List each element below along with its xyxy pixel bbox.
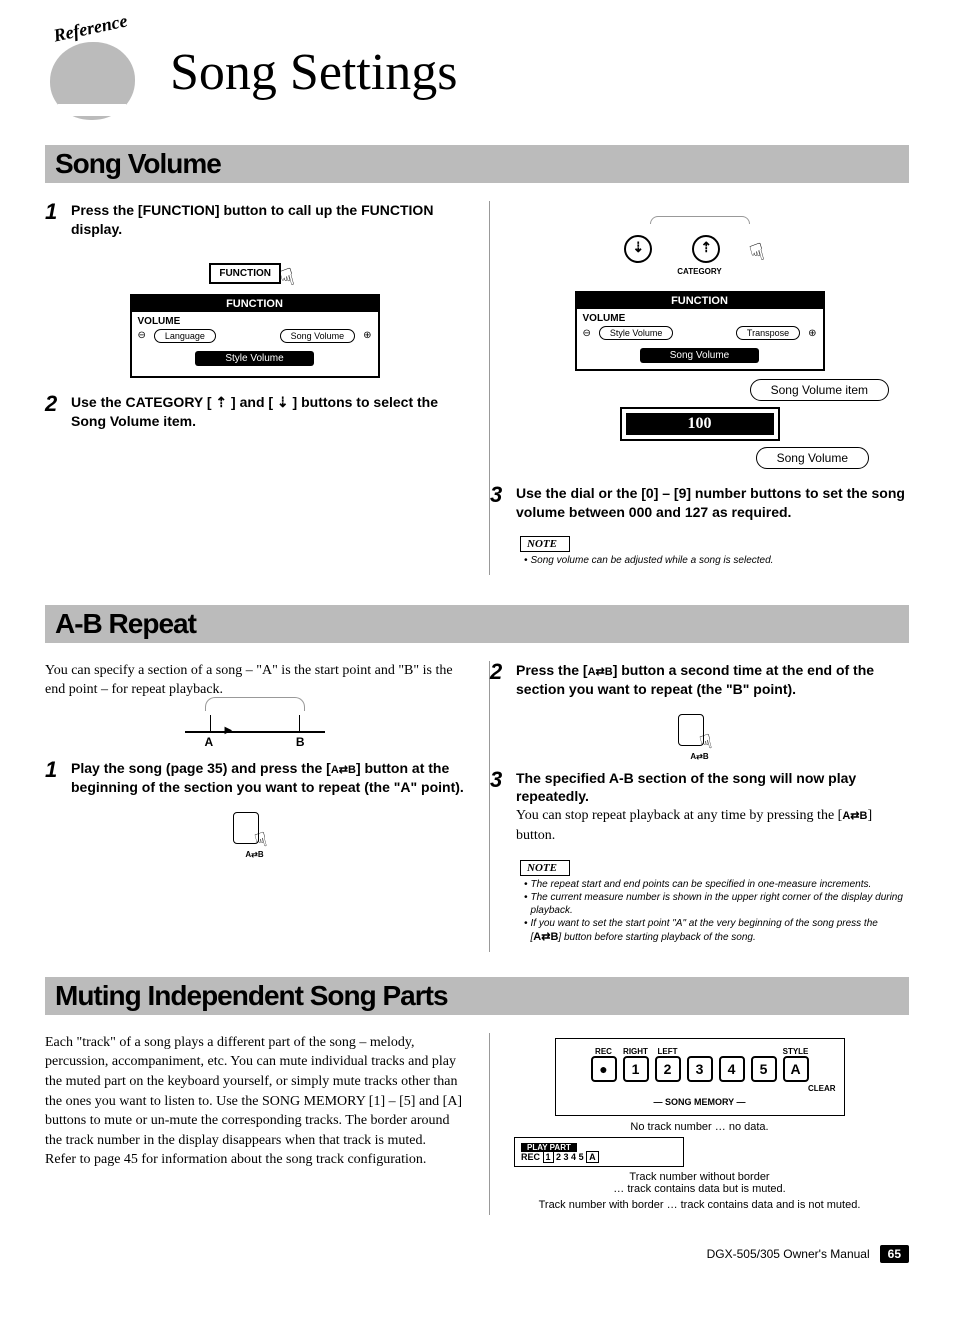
track-5-button-icon: 5: [751, 1056, 777, 1082]
step-3: 3 Use the dial or the [0] – [9] number b…: [490, 484, 909, 522]
page-footer: DGX-505/305 Owner's Manual 65: [45, 1245, 909, 1263]
section-heading-song-volume: Song Volume: [45, 145, 909, 183]
ab-step-2: 2 Press the [A⇄B] button a second time a…: [490, 661, 909, 699]
song-memory-panel: REC RIGHT LEFT STYLE ● 1 2 3 4 5 A CLEAR…: [555, 1038, 845, 1116]
piano-icon: [50, 42, 135, 120]
press-hand-icon: ☟: [277, 262, 299, 294]
lcd-panel-2: FUNCTION VOLUME ⊖ Style Volume Transpose…: [575, 291, 825, 371]
ab-button-icon: ☟ A⇄B: [231, 812, 279, 852]
note-box: NOTE The repeat start and end points can…: [520, 858, 909, 944]
rec-button-icon: ●: [591, 1056, 617, 1082]
note-item: The current measure number is shown in t…: [520, 891, 909, 917]
step-2: 2 Use the CATEGORY [ ⇡ ] and [ ⇣ ] butto…: [45, 393, 464, 431]
function-button-diagram: FUNCTION ☟ FUNCTION VOLUME ⊖ Language So…: [45, 254, 464, 378]
callout-song-volume-item: Song Volume item: [750, 379, 889, 401]
category-down-icon: ⇣: [624, 235, 652, 263]
note-box: NOTE Song volume can be adjusted while a…: [520, 534, 909, 567]
ab-button-icon: ☟ A⇄B: [676, 714, 724, 754]
annotation-muted: Track number without border … track cont…: [490, 1171, 909, 1195]
note-item: The repeat start and end points can be s…: [520, 878, 909, 891]
page-number: 65: [880, 1245, 909, 1263]
manual-label: DGX-505/305 Owner's Manual: [707, 1247, 870, 1261]
section-title: A-B Repeat: [55, 608, 899, 640]
step-1: 1 Press the [FUNCTION] button to call up…: [45, 201, 464, 239]
track-1-button-icon: 1: [623, 1056, 649, 1082]
section-title: Song Volume: [55, 148, 899, 180]
play-part-display: PLAY PART REC 1 2 3 4 5 A: [514, 1137, 684, 1167]
ab-step-3: 3 The specified A-B section of the song …: [490, 769, 909, 846]
press-hand-icon: ☟: [747, 238, 769, 270]
step-3-text: Use the dial or the [0] – [9] number but…: [516, 484, 909, 522]
callout-song-volume: Song Volume: [756, 447, 869, 469]
annotation-not-muted: Track number with border … track contain…: [490, 1199, 909, 1211]
step-2-text: Use the CATEGORY [ ⇡ ] and [ ⇣ ] buttons…: [71, 393, 464, 431]
lcd-value-box: 100: [620, 407, 780, 441]
page-title: Song Settings: [170, 43, 458, 102]
muting-body: Each "track" of a song plays a different…: [45, 1033, 464, 1170]
track-2-button-icon: 2: [655, 1056, 681, 1082]
note-item: If you want to set the start point "A" a…: [520, 917, 909, 944]
track-4-button-icon: 4: [719, 1056, 745, 1082]
page-header: Reference Song Settings: [45, 20, 909, 115]
ab-step-1: 1 Play the song (page 35) and press the …: [45, 759, 464, 797]
section-heading-ab-repeat: A-B Repeat: [45, 605, 909, 643]
track-3-button-icon: 3: [687, 1056, 713, 1082]
lcd-panel-1: FUNCTION VOLUME ⊖ Language Song Volume ⊕…: [130, 294, 380, 378]
ab-intro: You can specify a section of a song – "A…: [45, 661, 464, 700]
function-button-icon: FUNCTION: [209, 263, 281, 284]
section-heading-muting: Muting Independent Song Parts: [45, 977, 909, 1015]
step-1-text: Press the [FUNCTION] button to call up t…: [71, 201, 464, 239]
ab-diagram: ▶ A B: [185, 715, 325, 749]
section-title: Muting Independent Song Parts: [55, 980, 899, 1012]
annotation-no-data: No track number … no data.: [490, 1121, 909, 1133]
category-diagram: ⇣ ⇡ ☟ CATEGORY FUNCTION VOLUME ⊖ Style V…: [490, 216, 909, 469]
reference-icon: Reference: [45, 20, 155, 115]
track-a-button-icon: A: [783, 1056, 809, 1082]
note-item: Song volume can be adjusted while a song…: [520, 554, 909, 567]
category-up-icon: ⇡: [692, 235, 720, 263]
